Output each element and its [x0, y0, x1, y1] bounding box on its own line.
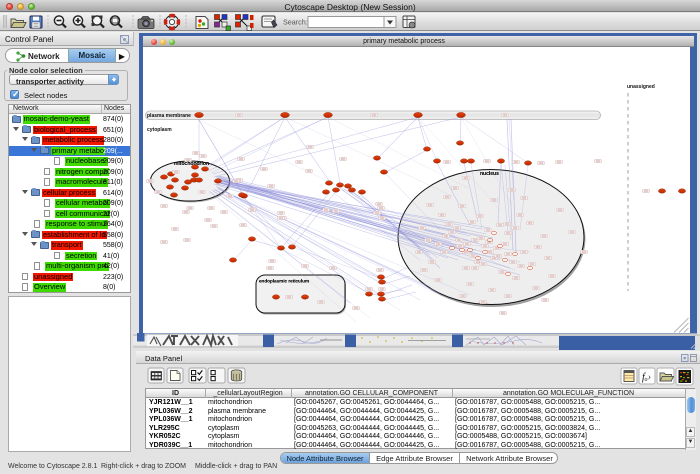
- svg-text:plasma membrane: plasma membrane: [147, 113, 191, 119]
- svg-text:fₒ›: fₒ›: [642, 372, 651, 383]
- svg-text:mitochondrion: mitochondrion: [174, 161, 209, 167]
- svg-text:cytoplasm: cytoplasm: [147, 127, 172, 133]
- svg-text:unassigned: unassigned: [627, 84, 655, 90]
- svg-text:Search:: Search:: [283, 18, 308, 27]
- svg-text:nucleus: nucleus: [480, 171, 499, 177]
- svg-text:endoplasmic reticulum: endoplasmic reticulum: [259, 279, 309, 284]
